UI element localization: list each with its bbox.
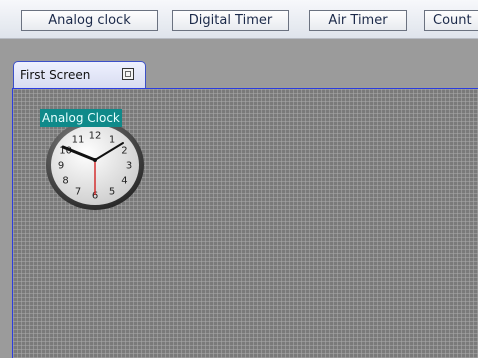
clock-numeral: 5 [109,187,115,198]
clock-numeral: 1 [109,135,115,146]
clock-numeral: 3 [126,161,132,172]
widget-title: Analog Clock [40,109,122,127]
count-button[interactable]: Count [424,10,478,31]
tab-bar: First Screen [0,39,478,88]
clock-numeral: 8 [62,176,68,187]
clock-numeral: 11 [72,135,85,146]
clock-center-pin [93,158,97,162]
air-timer-button[interactable]: Air Timer [309,10,407,31]
digital-timer-button[interactable]: Digital Timer [172,10,289,31]
tab-first-screen[interactable]: First Screen [13,61,146,88]
toolbar: Analog clock Digital Timer Air Timer Cou… [0,0,478,39]
clock-numeral: 2 [121,146,127,157]
analog-clock-button[interactable]: Analog clock [21,10,158,31]
analog-clock-widget[interactable]: 12 1234567891011 [45,119,147,211]
clock-numeral: 9 [58,161,64,172]
clock-numeral: 7 [75,187,81,198]
clock-numeral: 4 [121,176,127,187]
left-margin [0,88,12,358]
clock-numeral: 12 [89,131,102,142]
tab-label: First Screen [20,68,91,82]
tab-window-icon[interactable] [122,68,134,80]
